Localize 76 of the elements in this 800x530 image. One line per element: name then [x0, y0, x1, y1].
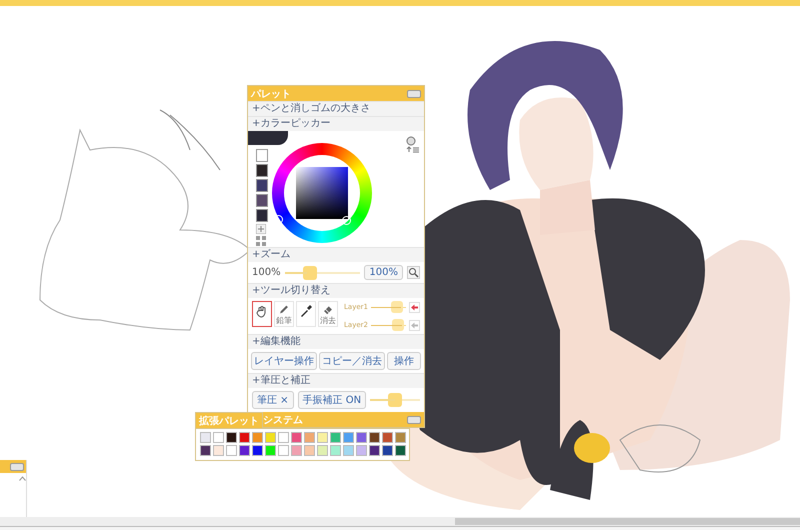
- color-swatch[interactable]: [343, 445, 354, 456]
- color-swatch[interactable]: [356, 445, 367, 456]
- color-swatch[interactable]: [252, 445, 263, 456]
- section-header[interactable]: +ペンと消しゴムの大きさ: [248, 101, 424, 116]
- color-swatch[interactable]: [304, 445, 315, 456]
- minimize-button[interactable]: [407, 416, 421, 424]
- color-swatch[interactable]: [213, 445, 224, 456]
- section-header[interactable]: +編集機能: [248, 334, 424, 349]
- scroll-up-icon[interactable]: [18, 476, 26, 481]
- layer-opacity-slider[interactable]: [370, 301, 406, 313]
- zoom-reading: 100%: [252, 267, 281, 278]
- grid-icon[interactable]: [256, 236, 266, 246]
- color-swatch[interactable]: [343, 432, 354, 443]
- color-swatch[interactable]: [382, 432, 393, 443]
- color-swatch[interactable]: [291, 432, 302, 443]
- edit-button[interactable]: 操作: [387, 352, 421, 370]
- add-color-icon[interactable]: [256, 224, 266, 234]
- tool-button[interactable]: 消去: [318, 301, 338, 327]
- panel-title: パレット: [251, 88, 291, 100]
- color-swatch[interactable]: [226, 432, 237, 443]
- color-swatch[interactable]: [330, 445, 341, 456]
- tool-button[interactable]: 鉛筆: [274, 301, 294, 327]
- color-swatch[interactable]: [278, 445, 289, 456]
- edit-button[interactable]: レイヤー操作: [251, 352, 317, 370]
- color-swatch[interactable]: [369, 445, 380, 456]
- color-swatch[interactable]: [356, 432, 367, 443]
- color-swatch[interactable]: [265, 445, 276, 456]
- color-swatch[interactable]: [256, 209, 268, 222]
- color-swatch[interactable]: [395, 445, 406, 456]
- slider-thumb[interactable]: [303, 266, 318, 280]
- color-swatch[interactable]: [291, 445, 302, 456]
- minimize-button[interactable]: [407, 90, 421, 98]
- color-swatch[interactable]: [256, 194, 268, 207]
- color-swatch[interactable]: [317, 432, 328, 443]
- color-swatch[interactable]: [200, 432, 211, 443]
- color-swatch[interactable]: [395, 432, 406, 443]
- minimize-button[interactable]: [10, 462, 24, 470]
- color-swatch[interactable]: [256, 149, 268, 162]
- color-swatch[interactable]: [200, 445, 211, 456]
- color-swatch[interactable]: [265, 432, 276, 443]
- color-swatch[interactable]: [239, 445, 250, 456]
- panel-title: システム: [263, 414, 303, 426]
- color-swatch[interactable]: [239, 432, 250, 443]
- pressure-button[interactable]: 手振補正 ON: [298, 391, 366, 409]
- zoom-reset-button[interactable]: 100%: [364, 265, 403, 280]
- search-icon[interactable]: [407, 266, 420, 279]
- color-swatch[interactable]: [317, 445, 328, 456]
- color-swatch[interactable]: [226, 445, 237, 456]
- slider-thumb[interactable]: [392, 319, 404, 331]
- color-swatch[interactable]: [330, 432, 341, 443]
- tool-button[interactable]: [252, 301, 272, 327]
- layer-opacity-slider[interactable]: [370, 319, 406, 331]
- current-color-swatch: [248, 131, 288, 145]
- slider-thumb[interactable]: [390, 301, 403, 313]
- edit-button[interactable]: コピー／消去: [319, 352, 385, 370]
- slider-thumb[interactable]: [388, 393, 402, 407]
- color-swatch[interactable]: [304, 432, 315, 443]
- color-swatch[interactable]: [256, 164, 268, 177]
- color-swatch[interactable]: [256, 179, 268, 192]
- color-swatch[interactable]: [278, 432, 289, 443]
- eyedropper-icon: [299, 304, 313, 318]
- color-swatch[interactable]: [369, 432, 380, 443]
- color-swatch[interactable]: [213, 432, 224, 443]
- pressure-button[interactable]: 筆圧 ×: [252, 391, 294, 409]
- section-header[interactable]: +カラーピッカー: [248, 116, 424, 131]
- pencil-icon: [277, 304, 291, 315]
- section-header[interactable]: +ツール切り替え: [248, 283, 424, 298]
- panel-title: 拡張パレット: [199, 414, 259, 428]
- section-header[interactable]: +筆圧と補正: [248, 373, 424, 388]
- color-mode-icon[interactable]: [406, 136, 420, 154]
- color-swatch[interactable]: [382, 445, 393, 456]
- scrollbar-thumb[interactable]: [455, 518, 800, 525]
- layer-arrow-button[interactable]: [409, 302, 420, 312]
- horizontal-scrollbar[interactable]: [0, 517, 800, 526]
- color-swatch[interactable]: [252, 432, 263, 443]
- section-header[interactable]: +ズーム: [248, 247, 424, 262]
